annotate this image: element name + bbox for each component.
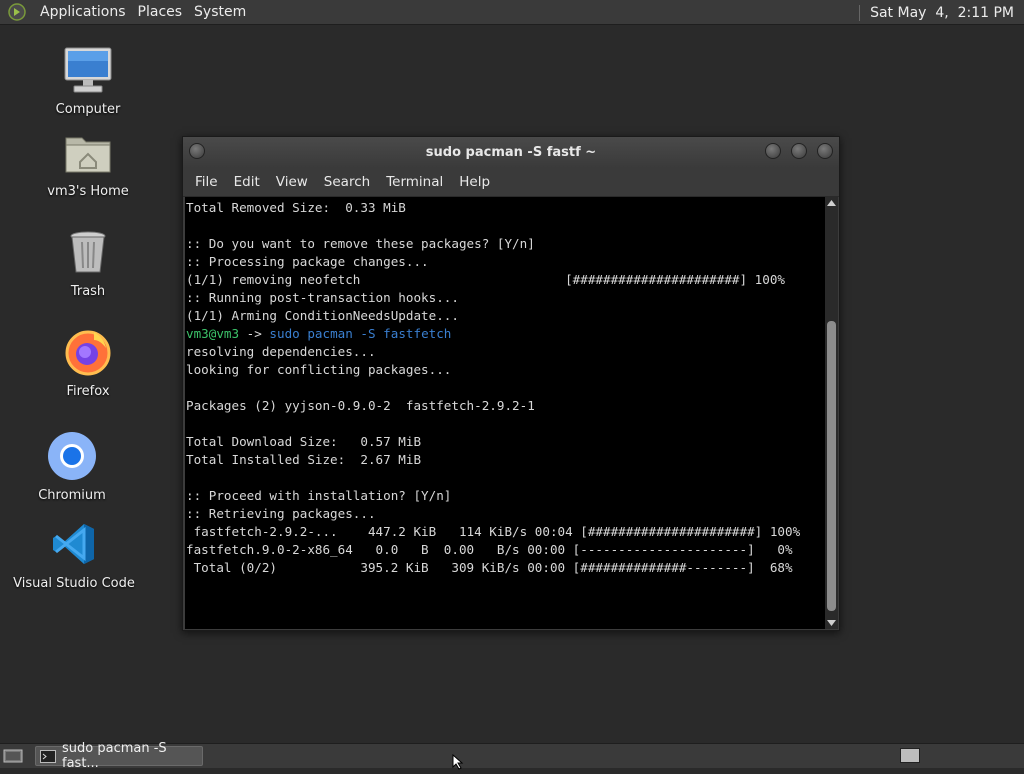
menu-view[interactable]: View (268, 174, 316, 190)
terminal-line: :: Running post-transaction hooks... (186, 290, 459, 305)
desktop-icon-chromium[interactable]: Chromium (32, 430, 112, 503)
taskbar-window-title: sudo pacman -S fast... (62, 741, 167, 771)
terminal-scrollbar[interactable] (825, 197, 838, 629)
home-folder-icon (62, 126, 114, 178)
terminal-output[interactable]: Total Removed Size: 0.33 MiB :: Do you w… (185, 197, 825, 629)
terminal-line: Total Removed Size: 0.33 MiB (186, 200, 406, 215)
terminal-menubar: File Edit View Search Terminal Help (183, 168, 839, 197)
desktop-icon-home[interactable]: vm3's Home (43, 126, 133, 199)
terminal-line: :: Retrieving packages... (186, 506, 376, 521)
applications-menu[interactable]: Applications (34, 4, 132, 20)
terminal-line: Total Installed Size: 2.67 MiB (186, 452, 422, 467)
distro-logo-icon[interactable] (6, 1, 28, 23)
window-title: sudo pacman -S fastf ~ (425, 145, 597, 160)
places-menu[interactable]: Places (132, 4, 189, 20)
terminal-line: fastfetch-2.9.2-... 447.2 KiB 114 KiB/s … (186, 524, 801, 539)
close-button[interactable] (817, 143, 833, 159)
desktop-icon-label: Chromium (38, 488, 106, 503)
firefox-icon (62, 326, 114, 378)
terminal-icon (40, 749, 56, 763)
computer-icon (62, 44, 114, 96)
taskbar-window-button[interactable]: sudo pacman -S fast... (35, 741, 203, 771)
system-menu[interactable]: System (188, 4, 252, 20)
bottom-panel: sudo pacman -S fast... (0, 741, 1024, 771)
terminal-line: :: Do you want to remove these packages?… (186, 236, 535, 251)
menu-search[interactable]: Search (316, 174, 378, 190)
terminal-line: Packages (2) yyjson-0.9.0-2 fastfetch-2.… (186, 398, 535, 413)
terminal-line: :: Proceed with installation? [Y/n] (186, 488, 452, 503)
terminal-line: (1/1) removing neofetch [###############… (186, 272, 785, 287)
scroll-up-arrow-icon[interactable] (825, 197, 838, 209)
desktop-icon-label: Visual Studio Code (13, 576, 135, 591)
prompt-arrow: -> (239, 326, 270, 341)
top-panel: Applications Places System Sat May 4, 2:… (0, 0, 1024, 25)
trash-icon (62, 226, 114, 278)
desktop-icon-label: Computer (55, 102, 121, 117)
maximize-button[interactable] (791, 143, 807, 159)
vscode-icon (48, 518, 100, 570)
window-menu-button[interactable] (189, 143, 205, 159)
desktop-icon-label: Trash (70, 284, 106, 299)
desktop-icon-label: vm3's Home (47, 184, 129, 199)
window-titlebar[interactable]: sudo pacman -S fastf ~ (183, 137, 839, 168)
chromium-icon (46, 430, 98, 482)
scrollbar-thumb[interactable] (827, 321, 836, 611)
scroll-down-arrow-icon[interactable] (825, 617, 838, 629)
prompt-user: vm3@vm3 (186, 326, 240, 341)
menu-file[interactable]: File (187, 174, 226, 190)
desktop-icon-label: Firefox (66, 384, 110, 399)
clock[interactable]: Sat May 4, 2:11 PM (859, 0, 1014, 25)
menu-terminal[interactable]: Terminal (378, 174, 451, 190)
menu-help[interactable]: Help (451, 174, 498, 190)
show-desktop-icon[interactable] (3, 748, 23, 764)
terminal-line: fastfetch.9.0-2-x86_64 0.0 B 0.00 B/s 00… (186, 542, 793, 557)
terminal-line: (1/1) Arming ConditionNeedsUpdate... (186, 308, 459, 323)
workspace-switcher[interactable] (900, 748, 920, 763)
terminal-line: looking for conflicting packages... (186, 362, 452, 377)
desktop-icon-trash[interactable]: Trash (48, 226, 128, 299)
clock-separator (859, 4, 861, 21)
terminal-line: Total Download Size: 0.57 MiB (186, 434, 422, 449)
menu-edit[interactable]: Edit (226, 174, 268, 190)
terminal-window[interactable]: sudo pacman -S fastf ~ File Edit View Se… (182, 136, 840, 631)
prompt-command: sudo pacman -S fastfetch (269, 326, 452, 341)
desktop-icon-computer[interactable]: Computer (48, 44, 128, 117)
minimize-button[interactable] (765, 143, 781, 159)
terminal-line: :: Processing package changes... (186, 254, 429, 269)
terminal-line: resolving dependencies... (186, 344, 376, 359)
clock-text: Sat May 4, 2:11 PM (870, 4, 1014, 21)
terminal-line: Total (0/2) 395.2 KiB 309 KiB/s 00:00 [#… (186, 560, 793, 575)
desktop-icon-vscode[interactable]: Visual Studio Code (13, 518, 135, 591)
desktop-icon-firefox[interactable]: Firefox (48, 326, 128, 399)
